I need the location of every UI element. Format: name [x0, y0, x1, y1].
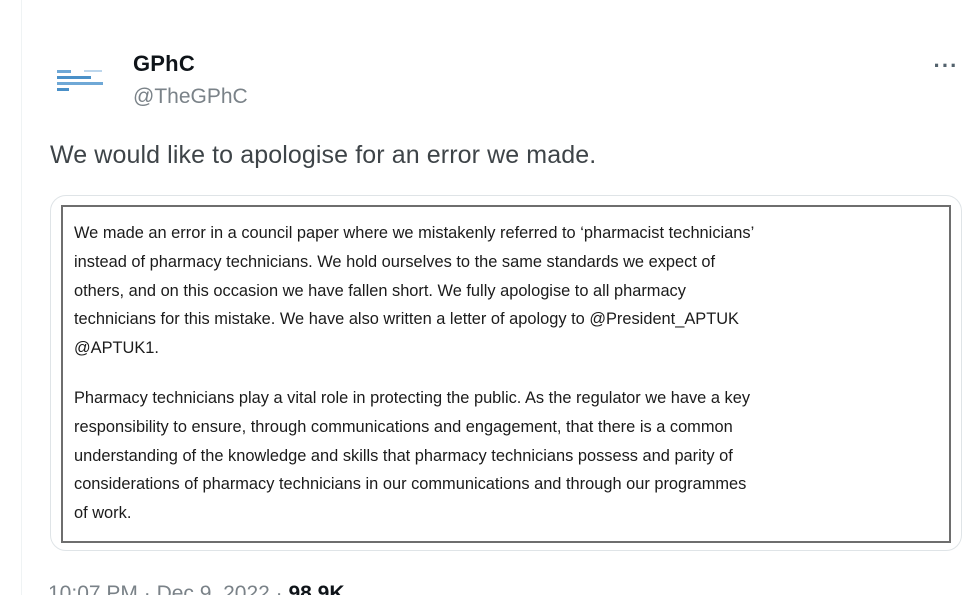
apology-statement: We made an error in a council paper wher… [61, 205, 951, 543]
statement-paragraph-2: Pharmacy technicians play a vital role i… [74, 384, 939, 528]
meta-separator: · [275, 582, 289, 595]
statement-line: considerations of pharmacy technicians i… [74, 475, 747, 494]
statement-paragraph-1: We made an error in a council paper wher… [74, 219, 939, 363]
tweet-time[interactable]: 10:07 PM [48, 582, 138, 595]
more-options-button[interactable]: ··· [922, 48, 970, 84]
tweet-image[interactable]: We made an error in a council paper wher… [50, 195, 962, 551]
statement-line: responsibility to ensure, through commun… [74, 417, 733, 436]
tweet-meta: 10:07 PM · Dec 9, 2022 · 98.9K [48, 582, 345, 595]
tweet-text: We would like to apologise for an error … [50, 141, 597, 169]
statement-line: @APTUK1. [74, 339, 159, 358]
statement-line: instead of pharmacy technicians. We hold… [74, 252, 716, 271]
meta-separator: · [143, 582, 157, 595]
statement-line: others, and on this occasion we have fal… [74, 281, 686, 300]
author-avatar[interactable] [50, 50, 112, 112]
statement-line: understanding of the knowledge and skill… [74, 446, 733, 465]
author-name[interactable]: GPhC [133, 51, 195, 77]
author-handle[interactable]: @TheGPhC [133, 85, 248, 109]
gphc-logo-icon [50, 50, 112, 112]
tweet: GPhC @TheGPhC ··· We would like to apolo… [22, 0, 980, 595]
statement-line: technicians for this mistake. We have al… [74, 310, 739, 329]
statement-line: Pharmacy technicians play a vital role i… [74, 388, 751, 407]
view-count[interactable]: 98.9K [288, 582, 344, 595]
statement-line: of work. [74, 504, 132, 523]
more-icon: ··· [933, 53, 959, 78]
statement-line: We made an error in a council paper wher… [74, 224, 755, 242]
tweet-date[interactable]: Dec 9, 2022 [157, 582, 270, 595]
